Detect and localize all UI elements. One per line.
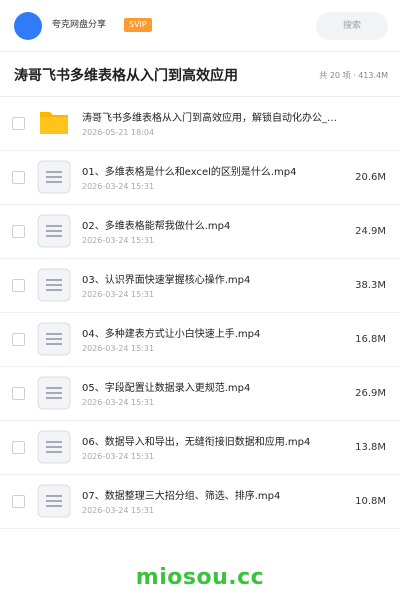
share-header: 涛哥飞书多维表格从入门到高效应用 共 20 项 · 413.4M — [0, 53, 400, 97]
file-size: 10.8M — [355, 496, 386, 507]
video-file-icon — [37, 268, 71, 302]
file-name: 06、数据导入和导出，无缝衔接旧数据和应用.mp4 — [82, 437, 311, 448]
file-list: 涛哥飞书多维表格从入门到高效应用，解锁自动化办公_… 2026-05-21 18… — [0, 97, 400, 529]
row-checkbox[interactable] — [12, 387, 25, 400]
file-size: 38.3M — [355, 280, 386, 291]
file-date: 2026-03-24 15:31 — [82, 182, 155, 191]
list-item[interactable]: 04、多种建表方式让小白快速上手.mp4 2026-03-24 15:31 16… — [0, 313, 400, 367]
file-name: 涛哥飞书多维表格从入门到高效应用，解锁自动化办公_… — [82, 113, 337, 124]
file-size: 24.9M — [355, 226, 386, 237]
file-size: 13.8M — [355, 442, 386, 453]
top-bar: 夸克网盘分享 SVIP — [0, 0, 400, 52]
list-item[interactable]: 05、字段配置让数据录入更规范.mp4 2026-03-24 15:31 26.… — [0, 367, 400, 421]
file-size: 20.6M — [355, 172, 386, 183]
file-name: 02、多维表格能帮我做什么.mp4 — [82, 221, 231, 232]
row-checkbox[interactable] — [12, 171, 25, 184]
item-summary: 共 20 项 · 413.4M — [319, 71, 388, 80]
file-size: 26.9M — [355, 388, 386, 399]
file-date: 2026-03-24 15:31 — [82, 290, 155, 299]
search-input[interactable] — [316, 12, 388, 40]
brand-label: 夸克网盘分享 — [52, 20, 107, 30]
row-checkbox[interactable] — [12, 225, 25, 238]
file-name: 01、多维表格是什么和excel的区别是什么.mp4 — [82, 167, 297, 178]
avatar[interactable] — [14, 12, 42, 40]
file-date: 2026-03-24 15:31 — [82, 506, 155, 515]
list-item[interactable]: 涛哥飞书多维表格从入门到高效应用，解锁自动化办公_… 2026-05-21 18… — [0, 97, 400, 151]
file-date: 2026-03-24 15:31 — [82, 344, 155, 353]
row-checkbox[interactable] — [12, 117, 25, 130]
video-file-icon — [37, 160, 71, 194]
list-item[interactable]: 02、多维表格能帮我做什么.mp4 2026-03-24 15:31 24.9M — [0, 205, 400, 259]
list-item[interactable]: 01、多维表格是什么和excel的区别是什么.mp4 2026-03-24 15… — [0, 151, 400, 205]
row-checkbox[interactable] — [12, 441, 25, 454]
video-file-icon — [37, 322, 71, 356]
file-date: 2026-03-24 15:31 — [82, 398, 155, 407]
file-date: 2026-05-21 18:04 — [82, 128, 155, 137]
watermark: miosou.cc — [135, 565, 265, 590]
file-date: 2026-03-24 15:31 — [82, 452, 155, 461]
file-name: 04、多种建表方式让小白快速上手.mp4 — [82, 329, 261, 340]
video-file-icon — [37, 484, 71, 518]
list-item[interactable]: 06、数据导入和导出，无缝衔接旧数据和应用.mp4 2026-03-24 15:… — [0, 421, 400, 475]
file-date: 2026-03-24 15:31 — [82, 236, 155, 245]
video-file-icon — [37, 214, 71, 248]
row-checkbox[interactable] — [12, 333, 25, 346]
svip-badge: SVIP — [124, 18, 152, 32]
file-name: 03、认识界面快速掌握核心操作.mp4 — [82, 275, 251, 286]
file-name: 07、数据整理三大招分组、筛选、排序.mp4 — [82, 491, 281, 502]
file-name: 05、字段配置让数据录入更规范.mp4 — [82, 383, 251, 394]
file-size: 16.8M — [355, 334, 386, 345]
folder-icon — [40, 112, 68, 134]
row-checkbox[interactable] — [12, 495, 25, 508]
page-title: 涛哥飞书多维表格从入门到高效应用 — [14, 68, 238, 84]
list-item[interactable]: 07、数据整理三大招分组、筛选、排序.mp4 2026-03-24 15:31 … — [0, 475, 400, 529]
list-item[interactable]: 03、认识界面快速掌握核心操作.mp4 2026-03-24 15:31 38.… — [0, 259, 400, 313]
video-file-icon — [37, 430, 71, 464]
row-checkbox[interactable] — [12, 279, 25, 292]
video-file-icon — [37, 376, 71, 410]
